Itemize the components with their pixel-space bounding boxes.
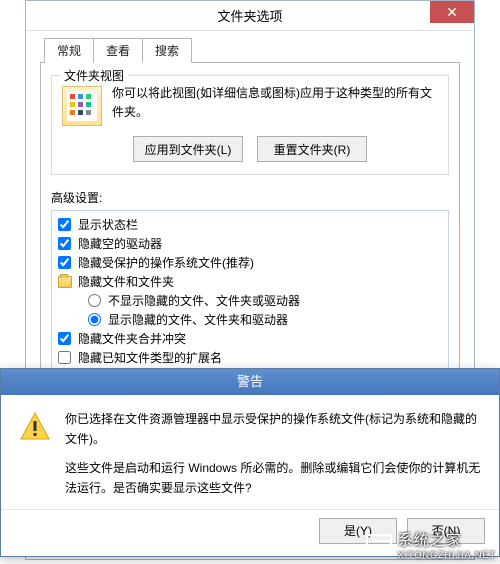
checkbox-input[interactable] xyxy=(58,237,71,250)
folder-view-group: 文件夹视图 你可以将此视图(如详细信息或图标)应用于这种类型的所有文件夹。 应用… xyxy=(51,75,449,175)
tree-item[interactable]: 隐藏已知文件类型的扩展名 xyxy=(58,348,442,367)
warning-text: 你已选择在文件资源管理器中显示受保护的操作系统文件(标记为系统和隐藏的文件)。 … xyxy=(65,409,481,499)
tabs: 常规 查看 搜索 xyxy=(44,37,474,62)
radio-input[interactable] xyxy=(88,313,101,326)
warning-dialog: 警告 你已选择在文件资源管理器中显示受保护的操作系统文件(标记为系统和隐藏的文件… xyxy=(0,368,500,557)
tab-general[interactable]: 常规 xyxy=(44,38,94,63)
tab-view[interactable]: 查看 xyxy=(93,38,143,63)
advanced-settings-label: 高级设置: xyxy=(51,189,449,206)
dialog-title: 文件夹选项 xyxy=(217,6,282,25)
tab-label: 查看 xyxy=(106,44,130,58)
tab-label: 常规 xyxy=(57,44,81,58)
radio-input[interactable] xyxy=(88,294,101,307)
close-button[interactable]: ✕ xyxy=(430,1,474,23)
tree-item[interactable]: 隐藏空的驱动器 xyxy=(58,234,442,253)
tree-item[interactable]: 隐藏受保护的操作系统文件(推荐) xyxy=(58,253,442,272)
button-label: 应用到文件夹(L) xyxy=(145,143,232,157)
apply-to-folders-button[interactable]: 应用到文件夹(L) xyxy=(133,136,243,162)
tree-item[interactable]: 显示隐藏的文件、文件夹和驱动器 xyxy=(58,310,442,329)
group-legend: 文件夹视图 xyxy=(60,67,128,84)
tree-item-label: 不显示隐藏的文件、文件夹或驱动器 xyxy=(108,292,300,309)
tree-item-label: 隐藏已知文件类型的扩展名 xyxy=(78,349,222,366)
button-label: 是(Y) xyxy=(344,524,372,538)
tree-item-label: 隐藏文件夹合并冲突 xyxy=(78,330,186,347)
tree-item-label: 隐藏空的驱动器 xyxy=(78,235,162,252)
reset-folders-button[interactable]: 重置文件夹(R) xyxy=(257,136,367,162)
close-icon: ✕ xyxy=(446,4,458,21)
folder-view-icon xyxy=(62,86,102,126)
warning-icon xyxy=(19,411,51,443)
checkbox-input[interactable] xyxy=(58,351,71,364)
tree-item[interactable]: 不显示隐藏的文件、文件夹或驱动器 xyxy=(58,291,442,310)
folder-view-desc: 你可以将此视图(如详细信息或图标)应用于这种类型的所有文件夹。 xyxy=(112,84,438,122)
tree-item-label: 隐藏受保护的操作系统文件(推荐) xyxy=(78,254,254,271)
button-label: 否(N) xyxy=(432,524,461,538)
yes-button[interactable]: 是(Y) xyxy=(319,518,397,544)
warning-line-2: 这些文件是启动和运行 Windows 所必需的。删除或编辑它们会使你的计算机无法… xyxy=(65,458,481,499)
tree-item[interactable]: 隐藏文件和文件夹 xyxy=(58,272,442,291)
tab-label: 搜索 xyxy=(155,44,179,58)
warning-body: 你已选择在文件资源管理器中显示受保护的操作系统文件(标记为系统和隐藏的文件)。 … xyxy=(1,395,499,509)
checkbox-input[interactable] xyxy=(58,332,71,345)
titlebar: 文件夹选项 ✕ xyxy=(26,1,474,31)
warning-line-1: 你已选择在文件资源管理器中显示受保护的操作系统文件(标记为系统和隐藏的文件)。 xyxy=(65,409,481,450)
tree-item[interactable]: 显示状态栏 xyxy=(58,215,442,234)
folder-icon xyxy=(58,276,72,288)
button-label: 重置文件夹(R) xyxy=(274,143,351,157)
tree-item-label: 显示隐藏的文件、文件夹和驱动器 xyxy=(108,311,288,328)
tree-item-label: 隐藏文件和文件夹 xyxy=(78,273,174,290)
tree-item[interactable]: 隐藏文件夹合并冲突 xyxy=(58,329,442,348)
no-button[interactable]: 否(N) xyxy=(407,518,485,544)
tree-item-label: 显示状态栏 xyxy=(78,216,138,233)
warning-buttons: 是(Y) 否(N) xyxy=(1,509,499,556)
checkbox-input[interactable] xyxy=(58,256,71,269)
warning-title: 警告 xyxy=(1,369,499,395)
checkbox-input[interactable] xyxy=(58,218,71,231)
tab-search[interactable]: 搜索 xyxy=(142,38,192,63)
